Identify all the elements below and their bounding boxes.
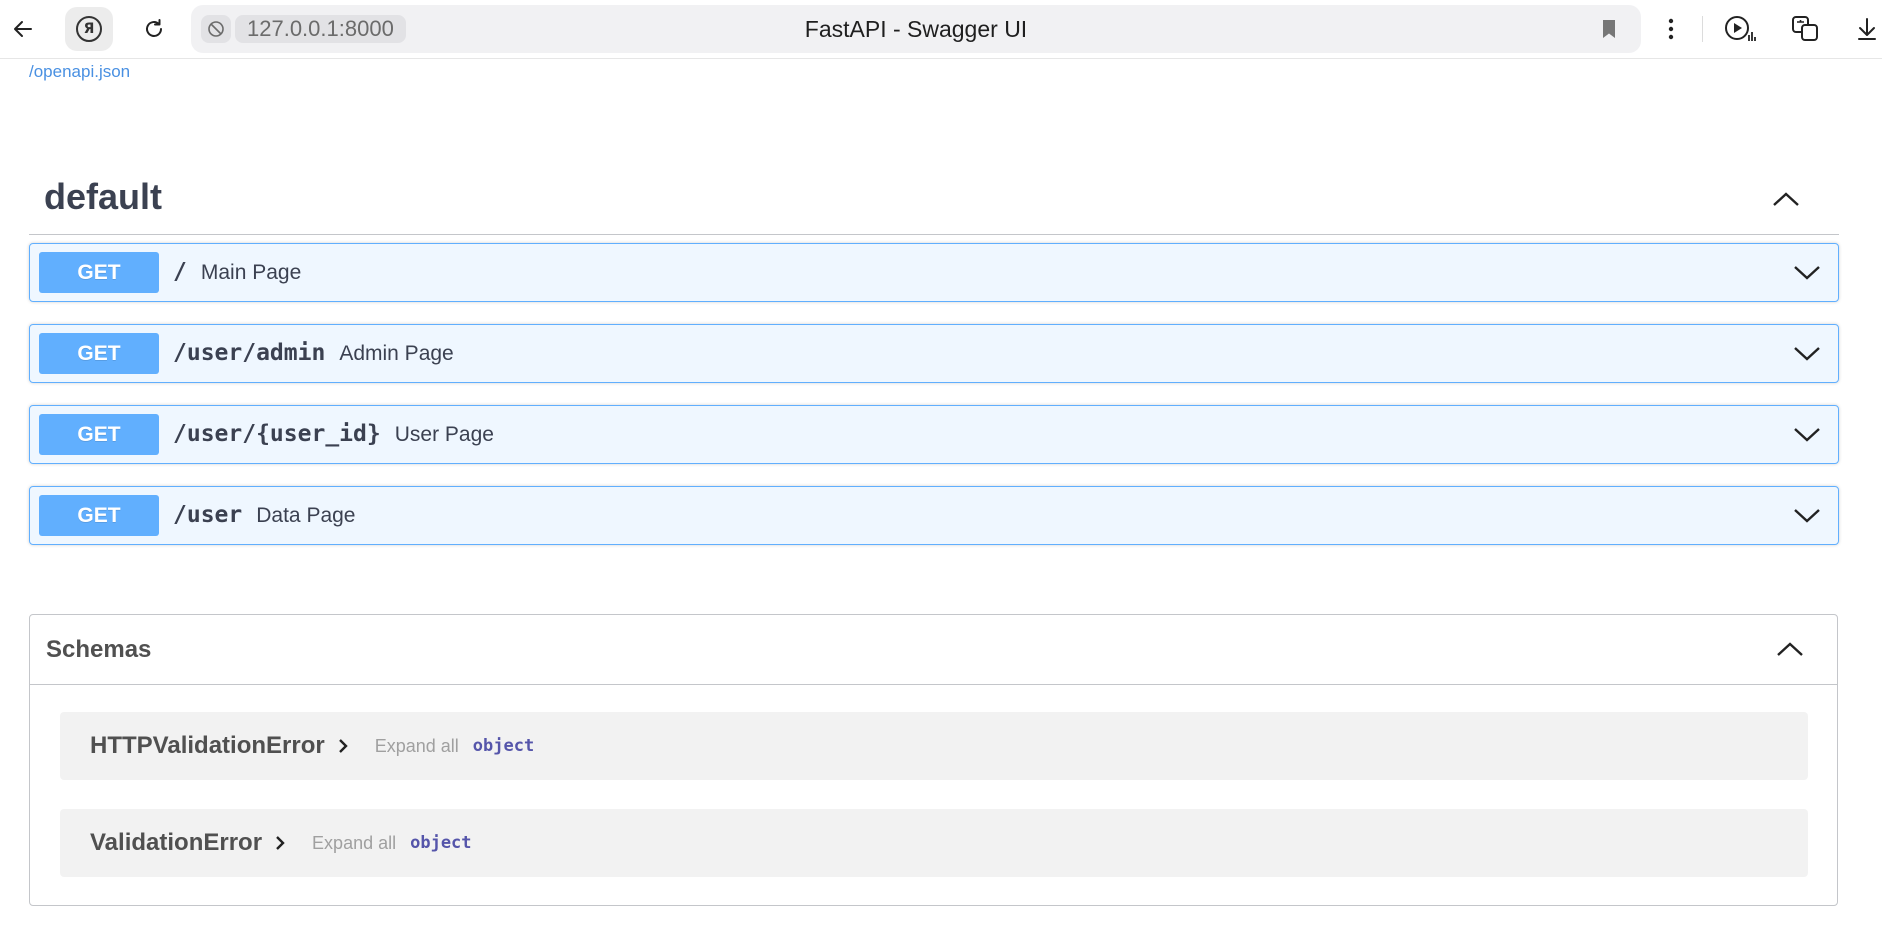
operation-summary: Admin Page <box>339 342 454 365</box>
method-badge: GET <box>39 414 159 455</box>
back-arrow-icon <box>14 21 32 37</box>
yandex-button[interactable]: Я <box>65 7 113 51</box>
player-icon <box>1725 16 1756 41</box>
operation-summary: Main Page <box>200 261 302 284</box>
model-name[interactable]: HTTPValidationError <box>90 732 325 760</box>
expand-all-button[interactable]: Expand all <box>375 736 459 757</box>
operation-path: /user/admin Admin Page <box>173 325 454 382</box>
collapse-tag-button[interactable] <box>1769 182 1803 216</box>
operation-get-user-admin[interactable]: GET /user/admin Admin Page <box>29 324 1839 383</box>
expand-operation-button[interactable] <box>1790 499 1824 533</box>
tag-section-header[interactable]: default <box>29 172 1839 235</box>
expand-operation-button[interactable] <box>1790 337 1824 371</box>
browser-toolbar: Я 127.0.0.1:8000 FastAPI - Swagger UI <box>0 0 1882 59</box>
schemas-title: Schemas <box>46 636 152 663</box>
kebab-menu-icon <box>1668 18 1674 40</box>
operation-path: / Main Page <box>173 244 301 301</box>
kebab-menu-button[interactable] <box>1656 12 1686 46</box>
chevron-right-icon[interactable] <box>270 833 290 853</box>
operation-summary: Data Page <box>256 504 356 527</box>
chevron-up-icon <box>1773 192 1799 206</box>
download-button[interactable] <box>1852 12 1882 46</box>
chevron-down-icon <box>1794 266 1820 280</box>
model-httpvalidationerror[interactable]: HTTPValidationError Expand all object <box>60 712 1808 780</box>
reload-icon <box>146 19 162 37</box>
download-icon <box>1858 18 1876 40</box>
operation-get-root[interactable]: GET / Main Page <box>29 243 1839 302</box>
translate-icon <box>1792 16 1818 41</box>
player-button[interactable] <box>1720 12 1760 46</box>
chevron-down-icon <box>1794 428 1820 442</box>
expand-operation-button[interactable] <box>1790 418 1824 452</box>
chevron-right-icon[interactable] <box>333 736 353 756</box>
method-badge: GET <box>39 333 159 374</box>
operation-get-user[interactable]: GET /user Data Page <box>29 486 1839 545</box>
path-text: /user <box>173 502 243 528</box>
path-text: / <box>173 259 187 285</box>
site-security-icon[interactable] <box>201 15 231 43</box>
chevron-up-icon <box>1777 642 1803 656</box>
path-text: /user/admin <box>173 340 326 366</box>
model-type: object <box>410 833 472 853</box>
model-box: HTTPValidationError Expand all object <box>90 712 534 780</box>
operation-summary: User Page <box>394 423 494 446</box>
toolbar-divider <box>1702 16 1703 42</box>
page-title: FastAPI - Swagger UI <box>804 16 1028 42</box>
back-button[interactable] <box>6 12 40 46</box>
schemas-header[interactable]: Schemas <box>30 615 1837 685</box>
chevron-down-icon <box>1794 509 1820 523</box>
translate-button[interactable] <box>1786 12 1826 46</box>
path-text: /user/{user_id} <box>173 421 381 447</box>
chevron-down-icon <box>1794 347 1820 361</box>
operation-path: /user/{user_id} User Page <box>173 406 494 463</box>
operation-get-user-id[interactable]: GET /user/{user_id} User Page <box>29 405 1839 464</box>
bookmark-icon[interactable] <box>1597 17 1621 41</box>
model-name[interactable]: ValidationError <box>90 829 262 857</box>
url-text[interactable]: 127.0.0.1:8000 <box>235 15 406 43</box>
model-validationerror[interactable]: ValidationError Expand all object <box>60 809 1808 877</box>
expand-operation-button[interactable] <box>1790 256 1824 290</box>
operation-path: /user Data Page <box>173 487 356 544</box>
model-box: ValidationError Expand all object <box>90 809 472 877</box>
yandex-icon: Я <box>76 16 102 42</box>
method-badge: GET <box>39 495 159 536</box>
tag-title: default <box>44 176 163 217</box>
collapse-schemas-button[interactable] <box>1773 632 1807 666</box>
method-badge: GET <box>39 252 159 293</box>
openapi-json-link[interactable]: /openapi.json <box>29 62 130 82</box>
reload-button[interactable] <box>137 12 171 46</box>
expand-all-button[interactable]: Expand all <box>312 833 396 854</box>
model-type: object <box>472 736 535 756</box>
schemas-section: Schemas HTTPValidationError Expand all o… <box>29 614 1838 906</box>
address-bar[interactable]: 127.0.0.1:8000 FastAPI - Swagger UI <box>191 5 1641 53</box>
